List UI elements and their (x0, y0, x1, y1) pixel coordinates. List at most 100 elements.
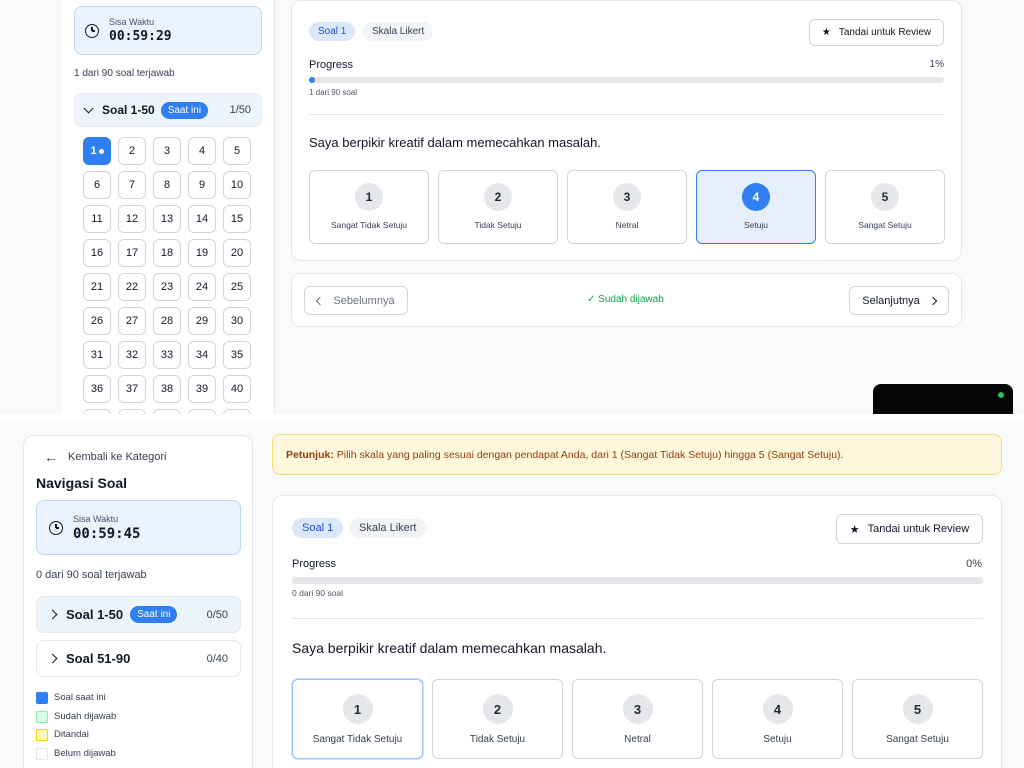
question-number-button[interactable]: 15 (223, 205, 251, 233)
question-number-button[interactable]: 2 (118, 137, 146, 165)
question-number-button[interactable]: 22 (118, 273, 146, 301)
question-number-button[interactable]: 16 (83, 239, 111, 267)
question-number-button[interactable]: 3 (153, 137, 181, 165)
question-number-button[interactable]: 36 (83, 375, 111, 403)
question-number-button[interactable]: 7 (118, 171, 146, 199)
mark-for-review-button[interactable]: ★ Tandai untuk Review (809, 19, 944, 46)
question-number: 35 (230, 349, 244, 361)
chevron-right-icon (47, 653, 58, 664)
question-number-button[interactable]: 35 (223, 341, 251, 369)
likert-option-1[interactable]: 1 Sangat Tidak Setuju (292, 679, 423, 759)
question-number-button[interactable]: 28 (153, 307, 181, 335)
section-title: Soal 51-90 (66, 651, 131, 666)
question-number-button[interactable]: 4 (188, 137, 216, 165)
next-button[interactable]: Selanjutnya (849, 286, 949, 315)
question-number: 38 (160, 383, 174, 395)
question-navigation-sidebar: Sisa Waktu 00:59:29 1 dari 90 soal terja… (62, 0, 275, 414)
legend-swatch (36, 747, 48, 760)
question-number-button[interactable]: 37 (118, 375, 146, 403)
question-number: 26 (90, 315, 104, 327)
question-number-button[interactable]: 9 (188, 171, 216, 199)
question-number-button[interactable]: 38 (153, 375, 181, 403)
question-card: Soal 1 Skala Likert ★ Tandai untuk Revie… (291, 0, 962, 261)
question-number-button[interactable]: 13 (153, 205, 181, 233)
option-label: Sangat Tidak Setuju (330, 220, 408, 230)
question-number-button[interactable]: 27 (118, 307, 146, 335)
question-number-button[interactable]: 26 (83, 307, 111, 335)
review-label: Tandai untuk Review (838, 27, 932, 38)
question-number-button[interactable]: 10 (223, 171, 251, 199)
question-number-button[interactable]: 31 (83, 341, 111, 369)
legend-label: Soal saat ini (54, 692, 106, 703)
question-number: 16 (90, 247, 104, 259)
chip-question-type: Skala Likert (363, 22, 434, 41)
option-number: 3 (613, 183, 641, 211)
chip-question-number: Soal 1 (309, 22, 356, 41)
likert-option-2[interactable]: 2 Tidak Setuju (432, 679, 563, 759)
question-card: Soal 1 Skala Likert ★ Tandai untuk Revie… (272, 495, 1002, 768)
question-number-button[interactable]: 11 (83, 205, 111, 233)
question-number: 6 (93, 179, 101, 191)
question-number-button[interactable]: 17 (118, 239, 146, 267)
option-label: Setuju (743, 220, 769, 230)
instruction-bold: Petunjuk: (286, 448, 334, 461)
question-number: 29 (195, 315, 209, 327)
question-number-button[interactable]: 6 (83, 171, 111, 199)
question-text: Saya berpikir kreatif dalam memecahkan m… (292, 640, 607, 656)
question-number-grid: 1 2 3 4 5 6 7 8 9 10 11 12 13 14 15 16 17 18 19 20 21 22 23 24 2… (83, 137, 251, 414)
question-number: 23 (160, 281, 174, 293)
likert-option-4[interactable]: 4 Setuju (712, 679, 843, 759)
chip-question-type: Skala Likert (349, 518, 427, 538)
question-number-button[interactable]: 1 (83, 137, 111, 165)
question-number-button[interactable]: 29 (188, 307, 216, 335)
question-number-button[interactable]: 25 (223, 273, 251, 301)
previous-label: Sebelumnya (333, 294, 395, 307)
question-number-button[interactable]: 39 (188, 375, 216, 403)
legend-label: Sudah dijawab (54, 710, 117, 722)
timer-box: Sisa Waktu 00:59:45 (36, 500, 241, 555)
section-soal-1-50[interactable]: Soal 1-50 Saat ini 0/50 (36, 596, 241, 633)
question-number-button[interactable]: 32 (118, 341, 146, 369)
option-label: Sangat Setuju (886, 734, 949, 745)
question-number-button[interactable]: 23 (153, 273, 181, 301)
chevron-left-icon (316, 296, 325, 305)
question-number-button[interactable]: 19 (188, 239, 216, 267)
question-number-button[interactable]: 21 (83, 273, 111, 301)
chevron-right-icon (928, 296, 937, 305)
question-number: 37 (125, 383, 139, 395)
question-number-button[interactable]: 34 (188, 341, 216, 369)
option-label: Sangat Tidak Setuju (312, 734, 403, 745)
legend-swatch (36, 692, 48, 704)
likert-option-1[interactable]: 1 Sangat Tidak Setuju (309, 170, 429, 244)
question-number-button[interactable]: 12 (118, 205, 146, 233)
likert-option-2[interactable]: 2 Tidak Setuju (438, 170, 558, 244)
question-number-button[interactable]: 14 (188, 205, 216, 233)
mark-for-review-button[interactable]: ★ Tandai untuk Review (836, 514, 983, 544)
section-soal-51-90[interactable]: Soal 51-90 0/40 (36, 640, 241, 677)
option-label: Netral (615, 220, 639, 230)
progress-bar (292, 577, 983, 584)
previous-button[interactable]: Sebelumnya (304, 286, 408, 315)
question-number-button[interactable]: 18 (153, 239, 181, 267)
option-label: Sangat Setuju (858, 220, 912, 230)
likert-option-5[interactable]: 5 Sangat Setuju (852, 679, 983, 759)
back-to-category-link[interactable]: ← Kembali ke Kategori (44, 449, 166, 465)
question-number-button[interactable]: 20 (223, 239, 251, 267)
question-number-button[interactable]: 24 (188, 273, 216, 301)
question-number-button[interactable]: 30 (223, 307, 251, 335)
progress-subtext: 1 dari 90 soal (309, 88, 358, 97)
section-soal-1-50[interactable]: Soal 1-50 Saat ini 1/50 (74, 93, 262, 127)
status-dot-icon (998, 392, 1004, 398)
floating-widget[interactable] (873, 384, 1013, 414)
likert-option-3[interactable]: 3 Netral (567, 170, 687, 244)
question-number: 39 (195, 383, 209, 395)
question-number-button[interactable]: 5 (223, 137, 251, 165)
question-number-button[interactable]: 8 (153, 171, 181, 199)
likert-option-3[interactable]: 3 Netral (572, 679, 703, 759)
likert-option-5[interactable]: 5 Sangat Setuju (825, 170, 945, 244)
section-count: 0/50 (206, 608, 228, 621)
likert-option-4[interactable]: 4 Setuju (696, 170, 816, 244)
question-number-button[interactable]: 40 (223, 375, 251, 403)
question-number-button[interactable]: 33 (153, 341, 181, 369)
question-number: 28 (160, 315, 174, 327)
